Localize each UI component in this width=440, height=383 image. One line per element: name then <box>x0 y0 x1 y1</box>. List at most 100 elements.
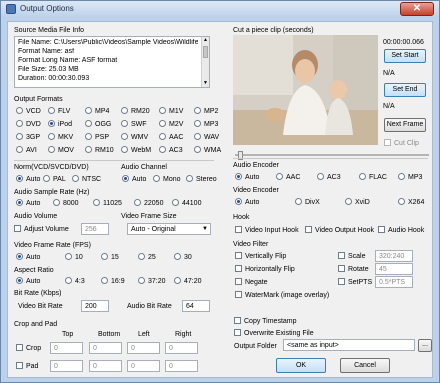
radio-norm-ntsc[interactable]: NTSC <box>72 175 101 184</box>
pad-left-input[interactable]: 0 <box>127 360 160 372</box>
radio-format-flv[interactable]: FLV <box>48 107 70 116</box>
adjust-volume-checkbox[interactable]: Adjust Volume <box>14 225 69 234</box>
hook-video-output-hook-checkbox[interactable]: Video Output Hook <box>305 226 374 235</box>
audio-bit-rate-input[interactable]: 64 <box>182 300 210 312</box>
filter-rotate-checkbox[interactable]: Rotate <box>338 265 369 274</box>
output-folder-input[interactable]: <same as input> <box>283 339 415 351</box>
radio-norm-auto[interactable]: Auto <box>16 175 40 184</box>
radio-format-m1v[interactable]: M1V <box>159 107 183 116</box>
scroll-down-icon[interactable]: ▼ <box>202 80 209 87</box>
radio-sample-rate-8000[interactable]: 8000 <box>53 199 79 208</box>
radio-aspect-37-20[interactable]: 37:20 <box>138 277 166 286</box>
close-button[interactable]: ✕ <box>400 2 434 16</box>
radio-video-encoder-xvid[interactable]: XviD <box>345 198 370 207</box>
radio-format-psp[interactable]: PSP <box>85 133 109 142</box>
radio-format-3gp[interactable]: 3GP <box>16 133 40 142</box>
radio-format-mp4[interactable]: MP4 <box>85 107 109 116</box>
radio-audio-encoder-aac[interactable]: AAC <box>276 173 300 182</box>
cut-clip-checkbox[interactable]: Cut Clip <box>384 139 419 148</box>
radio-frame-rate-30[interactable]: 30 <box>174 253 192 262</box>
overwrite-checkbox[interactable]: Overwrite Existing File <box>234 329 314 338</box>
filter-negate-checkbox[interactable]: Negate <box>235 278 268 287</box>
radio-format-mkv[interactable]: MKV <box>48 133 73 142</box>
radio-format-wma[interactable]: WMA <box>194 146 221 155</box>
pad-top-input[interactable]: 0 <box>50 360 83 372</box>
radio-norm-pal[interactable]: PAL <box>43 175 66 184</box>
radio-format-m2v[interactable]: M2V <box>159 120 183 129</box>
radio-format-mp2[interactable]: MP2 <box>194 107 218 116</box>
set-start-button[interactable]: Set Start <box>384 49 426 63</box>
radio-sample-rate-22050[interactable]: 22050 <box>134 199 163 208</box>
video-frame-size-select[interactable]: Auto - Original ▼ <box>127 223 211 235</box>
copy-timestamp-checkbox[interactable]: Copy Timestamp <box>234 317 297 326</box>
filter-setpts-input[interactable]: 0.5*PTS <box>375 276 413 288</box>
filter-scale-checkbox[interactable]: Scale <box>338 252 366 261</box>
radio-format-mp3[interactable]: MP3 <box>194 120 218 129</box>
radio-format-wmv[interactable]: WMV <box>121 133 148 142</box>
filter-watermark-image-overlay-checkbox[interactable]: WaterMark (image overlay) <box>235 291 329 300</box>
crop-top-input[interactable]: 0 <box>50 342 83 354</box>
radio-format-vcd[interactable]: VCD <box>16 107 41 116</box>
crop-left-input[interactable]: 0 <box>127 342 160 354</box>
cancel-button[interactable]: Cancel <box>340 358 390 373</box>
radio-audio-channel-mono[interactable]: Mono <box>153 175 181 184</box>
radio-format-webm[interactable]: WebM <box>121 146 151 155</box>
radio-label: 15 <box>111 254 119 261</box>
radio-format-ac3[interactable]: AC3 <box>159 146 183 155</box>
radio-format-swf[interactable]: SWF <box>121 120 147 129</box>
radio-frame-rate-auto[interactable]: Auto <box>16 253 40 262</box>
filter-scale-input[interactable]: 320:240 <box>375 250 413 262</box>
set-end-button[interactable]: Set End <box>384 83 426 97</box>
radio-video-encoder-x264[interactable]: X264 <box>398 198 424 207</box>
pad-bottom-input[interactable]: 0 <box>89 360 122 372</box>
filter-vertically-flip-checkbox[interactable]: Vertically Flip <box>235 252 286 261</box>
radio-audio-channel-stereo[interactable]: Stereo <box>186 175 217 184</box>
radio-frame-rate-15[interactable]: 15 <box>101 253 119 262</box>
pad-checkbox[interactable]: Pad <box>16 362 38 371</box>
radio-format-dvd[interactable]: DVD <box>16 120 41 129</box>
crop-checkbox[interactable]: Crop <box>16 344 41 353</box>
scroll-up-icon[interactable]: ▲ <box>202 37 209 44</box>
radio-aspect-47-20[interactable]: 47:20 <box>174 277 202 286</box>
filter-rotate-input[interactable]: 45 <box>375 263 413 275</box>
radio-sample-rate-44100[interactable]: 44100 <box>172 199 201 208</box>
radio-audio-encoder-flac[interactable]: FLAC <box>359 173 387 182</box>
hook-video-input-hook-checkbox[interactable]: Video Input Hook <box>235 226 299 235</box>
crop-right-input[interactable]: 0 <box>165 342 198 354</box>
radio-aspect-4-3[interactable]: 4:3 <box>65 277 85 286</box>
pad-right-input[interactable]: 0 <box>165 360 198 372</box>
filter-setpts-checkbox[interactable]: SetPTS <box>338 278 372 287</box>
radio-frame-rate-25[interactable]: 25 <box>138 253 156 262</box>
radio-format-ipod[interactable]: iPod <box>48 120 72 129</box>
video-bit-rate-input[interactable]: 200 <box>81 300 109 312</box>
scroll-thumb[interactable] <box>203 46 208 58</box>
radio-audio-encoder-ac3[interactable]: AC3 <box>317 173 341 182</box>
radio-video-encoder-auto[interactable]: Auto <box>235 198 259 207</box>
radio-sample-rate-auto[interactable]: Auto <box>16 199 40 208</box>
radio-sample-rate-11025[interactable]: 11025 <box>93 199 122 208</box>
radio-format-rm20[interactable]: RM20 <box>121 107 150 116</box>
radio-format-rm10[interactable]: RM10 <box>85 146 114 155</box>
next-frame-button[interactable]: Next Frame <box>384 118 426 132</box>
radio-aspect-auto[interactable]: Auto <box>16 277 40 286</box>
source-info-box[interactable]: File Name: C:\Users\Public\Videos\Sample… <box>14 36 210 88</box>
volume-input[interactable]: 256 <box>81 223 109 235</box>
browse-button[interactable]: ... <box>418 339 432 352</box>
radio-format-aac[interactable]: AAC <box>159 133 183 142</box>
crop-bottom-input[interactable]: 0 <box>89 342 122 354</box>
hook-audio-hook-checkbox[interactable]: Audio Hook <box>378 226 424 235</box>
ok-button[interactable]: OK <box>276 358 326 373</box>
radio-format-wav[interactable]: WAV <box>194 133 219 142</box>
radio-audio-encoder-auto[interactable]: Auto <box>235 173 259 182</box>
filter-horizontally-flip-checkbox[interactable]: Horizontally Flip <box>235 265 295 274</box>
radio-video-encoder-divx[interactable]: DivX <box>295 198 320 207</box>
radio-frame-rate-10[interactable]: 10 <box>65 253 83 262</box>
source-info-scrollbar[interactable]: ▲ ▼ <box>201 37 209 87</box>
radio-audio-encoder-mp3[interactable]: MP3 <box>398 173 422 182</box>
radio-format-avi[interactable]: AVI <box>16 146 37 155</box>
radio-indicator <box>101 253 108 260</box>
radio-format-ogg[interactable]: OGG <box>85 120 111 129</box>
radio-aspect-16-9[interactable]: 16:9 <box>101 277 125 286</box>
radio-audio-channel-auto[interactable]: Auto <box>122 175 146 184</box>
radio-format-mov[interactable]: MOV <box>48 146 74 155</box>
